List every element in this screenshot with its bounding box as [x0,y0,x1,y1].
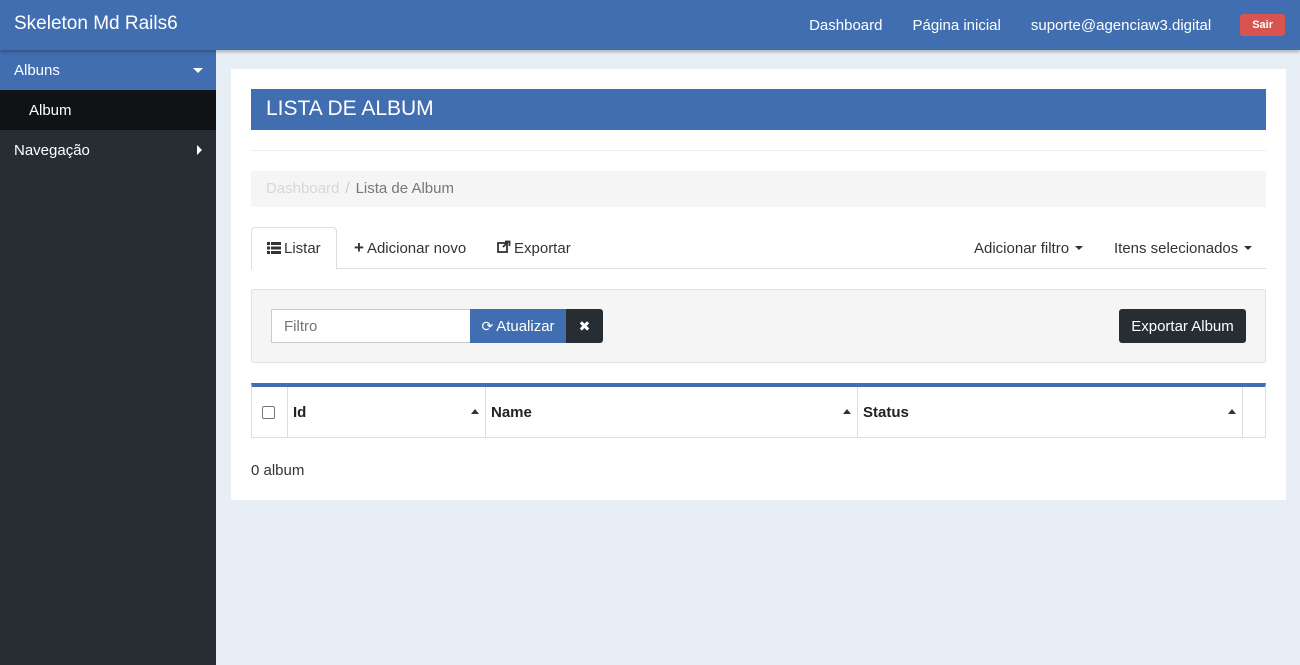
nav-user-link[interactable]: suporte@agenciaw3.digital [1016,17,1226,34]
column-header-name[interactable]: Name [486,387,858,437]
sort-asc-icon [843,409,851,414]
export-album-button[interactable]: Exportar Album [1119,309,1246,343]
breadcrumb: Dashboard / Lista de Album [251,171,1266,207]
column-header-status[interactable]: Status [858,387,1243,437]
breadcrumb-separator: / [345,180,350,197]
caret-down-icon [1244,246,1253,250]
column-label: Status [863,403,909,421]
sidebar-subitem-album[interactable]: Album [0,90,216,130]
caret-right-icon [197,145,202,155]
select-all-header [252,387,288,437]
update-button-label: Atualizar [496,317,555,335]
top-navbar: Skeleton Md Rails6 Dashboard Página inic… [0,0,1300,50]
breadcrumb-current: Lista de Album [355,180,454,197]
select-all-checkbox[interactable] [262,405,275,419]
caret-down-icon [193,68,203,73]
sidebar-item-albuns[interactable]: Albuns [0,50,216,90]
column-label: Name [491,403,532,421]
nav-dashboard-link[interactable]: Dashboard [794,17,897,34]
sidebar-item-navegacao[interactable]: Navegação [0,130,216,170]
album-table: Id Name Status [251,383,1266,438]
page-title: LISTA DE ALBUM [251,89,1266,130]
plus-icon: + [354,238,364,257]
filter-bar: ⟳ Atualizar ✖ Exportar Album [251,289,1266,363]
selected-items-dropdown[interactable]: Itens selecionados [1114,227,1253,269]
clear-filter-button[interactable]: ✖ [566,309,603,343]
caret-down-icon [1075,246,1084,250]
breadcrumb-home-link[interactable]: Dashboard [266,180,339,197]
add-filter-dropdown[interactable]: Adicionar filtro [974,227,1084,269]
tab-add-new[interactable]: + Adicionar novo [354,227,466,269]
update-button[interactable]: ⟳ Atualizar [470,309,566,343]
sidebar: Albuns Album Navegação [0,50,216,665]
main-panel: LISTA DE ALBUM Dashboard / Lista de Album … [231,69,1286,500]
tabs: Listar + Adicionar novo Exportar Adicion… [251,227,1266,270]
logout-button[interactable]: Sair [1240,14,1285,36]
sort-asc-icon [471,409,479,414]
sidebar-subitem-label: Album [29,101,72,119]
filter-input[interactable] [271,309,471,343]
tab-label: Listar [284,240,321,257]
record-count: 0 album [251,462,305,479]
sidebar-item-label: Navegação [14,141,90,159]
refresh-icon: ⟳ [481,317,494,334]
share-icon [497,240,511,256]
tab-label: Exportar [514,239,571,257]
nav-home-link[interactable]: Página inicial [897,17,1015,34]
close-icon: ✖ [578,317,591,334]
tab-label: Itens selecionados [1114,239,1239,257]
sort-asc-icon [1228,409,1236,414]
tab-label: Adicionar filtro [974,239,1070,257]
tab-list[interactable]: Listar [251,227,337,270]
column-header-id[interactable]: Id [288,387,486,437]
sidebar-item-label: Albuns [14,61,60,79]
list-icon [267,241,281,257]
tab-export[interactable]: Exportar [497,227,571,269]
tab-label: Adicionar novo [366,239,467,257]
navbar-links: Dashboard Página inicial suporte@agencia… [794,0,1300,50]
divider [251,150,1266,151]
column-label: Id [293,403,307,421]
brand[interactable]: Skeleton Md Rails6 [14,13,178,35]
